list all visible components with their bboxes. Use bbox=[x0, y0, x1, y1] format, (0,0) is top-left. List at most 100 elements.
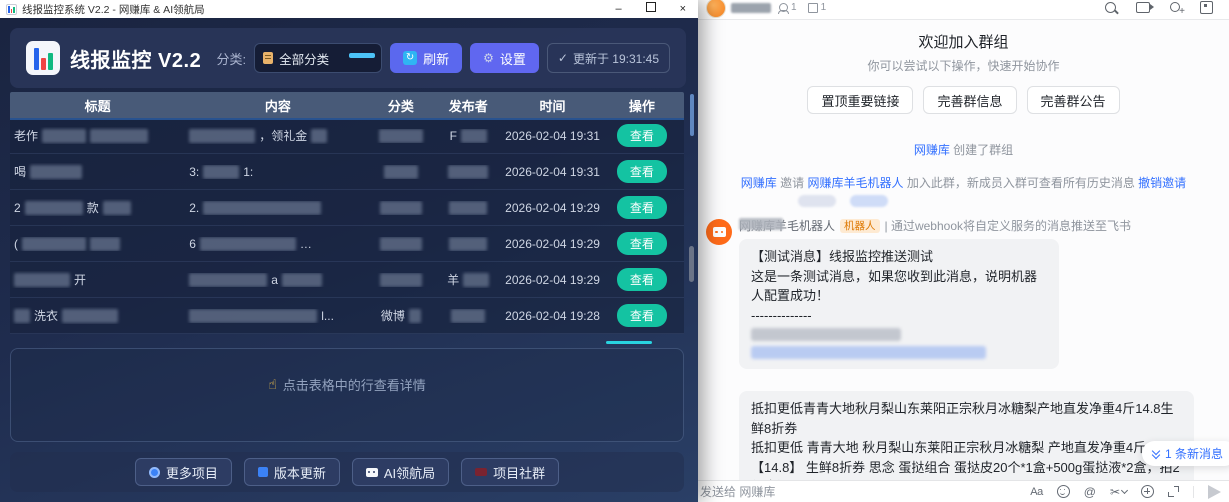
redacted-text bbox=[103, 201, 131, 215]
category-value: 全部分类 bbox=[279, 49, 329, 68]
table-cell: l... bbox=[185, 309, 370, 323]
table-cell bbox=[431, 237, 505, 251]
redacted-text bbox=[42, 129, 86, 143]
table-row[interactable]: 开a羊2026-02-04 19:29查看 bbox=[10, 262, 684, 298]
view-button[interactable]: 查看 bbox=[617, 304, 667, 327]
send-icon[interactable] bbox=[1208, 485, 1221, 499]
search-icon[interactable] bbox=[1105, 2, 1116, 13]
system-link[interactable]: 网赚库 bbox=[741, 176, 777, 190]
table-cell: 喝 bbox=[10, 163, 185, 180]
welcome-actions: 置顶重要链接完善群信息完善群公告 bbox=[698, 86, 1229, 114]
settings-label: 设置 bbox=[500, 49, 526, 68]
format-icon[interactable]: Aa bbox=[1030, 485, 1042, 499]
footer-button-update[interactable]: 版本更新 bbox=[244, 458, 340, 486]
table-column-2: 内容 bbox=[185, 96, 370, 115]
cell-text: 2026-02-04 19:31 bbox=[505, 129, 599, 143]
view-button[interactable]: 查看 bbox=[617, 232, 667, 255]
bot-description: | 通过webhook将自定义服务的消息推送至飞书 bbox=[885, 217, 1132, 234]
bubble-line: 抵扣更低 青青大地 秋月梨山东莱阳正宗秋月冰糖梨 产地直发净重4斤【14.8】 … bbox=[751, 438, 1182, 480]
mention-icon[interactable]: @ bbox=[1084, 485, 1096, 499]
horizontal-scrollbar-thumb[interactable] bbox=[606, 341, 652, 344]
add-member-icon[interactable] bbox=[1170, 2, 1180, 12]
system-link[interactable]: 撤销邀请 bbox=[1138, 176, 1186, 190]
cell-text: 2026-02-04 19:28 bbox=[505, 309, 599, 323]
view-button[interactable]: 查看 bbox=[617, 124, 667, 147]
tab-count: 1 bbox=[821, 2, 827, 13]
cell-text: 1: bbox=[243, 165, 253, 179]
divider bbox=[1193, 486, 1194, 498]
vertical-scrollbar-thumb[interactable] bbox=[689, 246, 694, 282]
table-cell: ( bbox=[10, 237, 185, 251]
close-button[interactable]: × bbox=[680, 2, 686, 16]
hint-text: 点击表格中的行查看详情 bbox=[283, 375, 426, 394]
system-text: 邀请 bbox=[777, 176, 808, 190]
bubble-line bbox=[751, 343, 1047, 361]
table-row[interactable]: (6… 2026-02-04 19:29 查看 bbox=[10, 226, 684, 262]
globe-icon bbox=[149, 467, 160, 478]
system-link[interactable]: 网赚库羊毛机器人 bbox=[807, 176, 903, 190]
view-button[interactable]: 查看 bbox=[617, 160, 667, 183]
refresh-button[interactable]: ↻ 刷新 bbox=[390, 43, 462, 73]
table-cell: 羊 bbox=[431, 271, 505, 288]
footer-button-community[interactable]: 项目社群 bbox=[461, 458, 559, 486]
system-link[interactable]: 网赚库 bbox=[914, 143, 950, 157]
view-button[interactable]: 查看 bbox=[617, 268, 667, 291]
table-cell: ，领礼金 bbox=[185, 127, 370, 144]
welcome-action-button[interactable]: 完善群信息 bbox=[923, 86, 1016, 114]
redacted-text bbox=[380, 273, 422, 287]
footer-button-label: 项目社群 bbox=[493, 463, 545, 482]
footer-button-globe[interactable]: 更多项目 bbox=[135, 458, 232, 486]
table-cell: 查看 bbox=[600, 232, 684, 255]
cell-text: … bbox=[300, 237, 312, 251]
video-call-icon[interactable] bbox=[1136, 2, 1150, 13]
table-row[interactable]: 洗衣l...微博2026-02-04 19:28查看 bbox=[10, 298, 684, 334]
settings-button[interactable]: ⚙ 设置 bbox=[470, 43, 539, 73]
welcome-action-button[interactable]: 置顶重要链接 bbox=[807, 86, 913, 114]
attach-plus-icon[interactable] bbox=[1141, 485, 1154, 498]
chat-header: 1 1 bbox=[698, 0, 1229, 20]
workspace-icon[interactable] bbox=[1200, 1, 1213, 14]
redacted-text bbox=[384, 165, 418, 179]
expand-icon[interactable] bbox=[1168, 486, 1179, 497]
message-bubble: 【测试消息】线报监控推送测试这是一条测试消息，如果您收到此消息，说明机器人配置成… bbox=[739, 239, 1059, 369]
table-cell: 查看 bbox=[600, 124, 684, 147]
redacted-text bbox=[203, 165, 239, 179]
vertical-scrollbar-thumb[interactable] bbox=[690, 94, 694, 136]
screen: 线报监控系统 V2.2 - 网赚库 & AI领航局 –× 线报监控 V2.2 分… bbox=[0, 0, 1229, 502]
emoji-icon[interactable] bbox=[1057, 485, 1070, 498]
welcome-action-button[interactable]: 完善群公告 bbox=[1027, 86, 1120, 114]
table-cell bbox=[371, 201, 432, 215]
redacted-blob bbox=[850, 195, 888, 207]
table-row[interactable]: 2款2.2026-02-04 19:29查看 bbox=[10, 190, 684, 226]
new-message-pill[interactable]: 1 条新消息 bbox=[1142, 441, 1229, 466]
table-cell bbox=[371, 273, 432, 287]
bubble-line: -------------- bbox=[751, 306, 1047, 326]
minimize-button[interactable]: – bbox=[615, 2, 621, 16]
group-avatar[interactable] bbox=[706, 0, 726, 18]
window-titlebar[interactable]: 线报监控系统 V2.2 - 网赚库 & AI领航局 –× bbox=[0, 0, 698, 18]
redacted-blob bbox=[798, 195, 836, 207]
redacted-text bbox=[200, 237, 296, 251]
robot-avatar[interactable] bbox=[706, 219, 732, 245]
refresh-label: 刷新 bbox=[423, 49, 449, 68]
table-row[interactable]: 喝3:1:2026-02-04 19:31查看 bbox=[10, 154, 684, 190]
footer-button-robot[interactable]: AI领航局 bbox=[352, 458, 449, 486]
scissors-icon[interactable]: ✂ bbox=[1110, 485, 1127, 499]
redacted-text bbox=[25, 201, 83, 215]
redacted-text bbox=[14, 309, 30, 323]
maximize-button[interactable] bbox=[646, 2, 656, 16]
redacted-text bbox=[311, 129, 327, 143]
cell-text: 3: bbox=[189, 165, 199, 179]
community-icon bbox=[475, 468, 487, 476]
robot-icon bbox=[366, 468, 378, 477]
message-input-bar[interactable]: 发送给 网赚库 Aa@✂ bbox=[698, 480, 1229, 502]
bubble-text: 抵扣更低青青大地秋月梨山东莱阳正宗秋月冰糖梨产地直发净重4斤14.8生鲜8折券 bbox=[751, 399, 1182, 438]
new-message-text: 1 条新消息 bbox=[1165, 445, 1223, 462]
table-cell: 6… bbox=[185, 237, 370, 251]
category-select[interactable]: 全部分类 bbox=[254, 43, 382, 73]
table-column-6: 操作 bbox=[600, 96, 684, 115]
table-row[interactable]: 老作，领礼金F2026-02-04 19:31查看 bbox=[10, 118, 684, 154]
bubble-text: -------------- bbox=[751, 306, 812, 326]
view-button[interactable]: 查看 bbox=[617, 196, 667, 219]
table-cell: 2026-02-04 19:29 bbox=[505, 237, 599, 251]
